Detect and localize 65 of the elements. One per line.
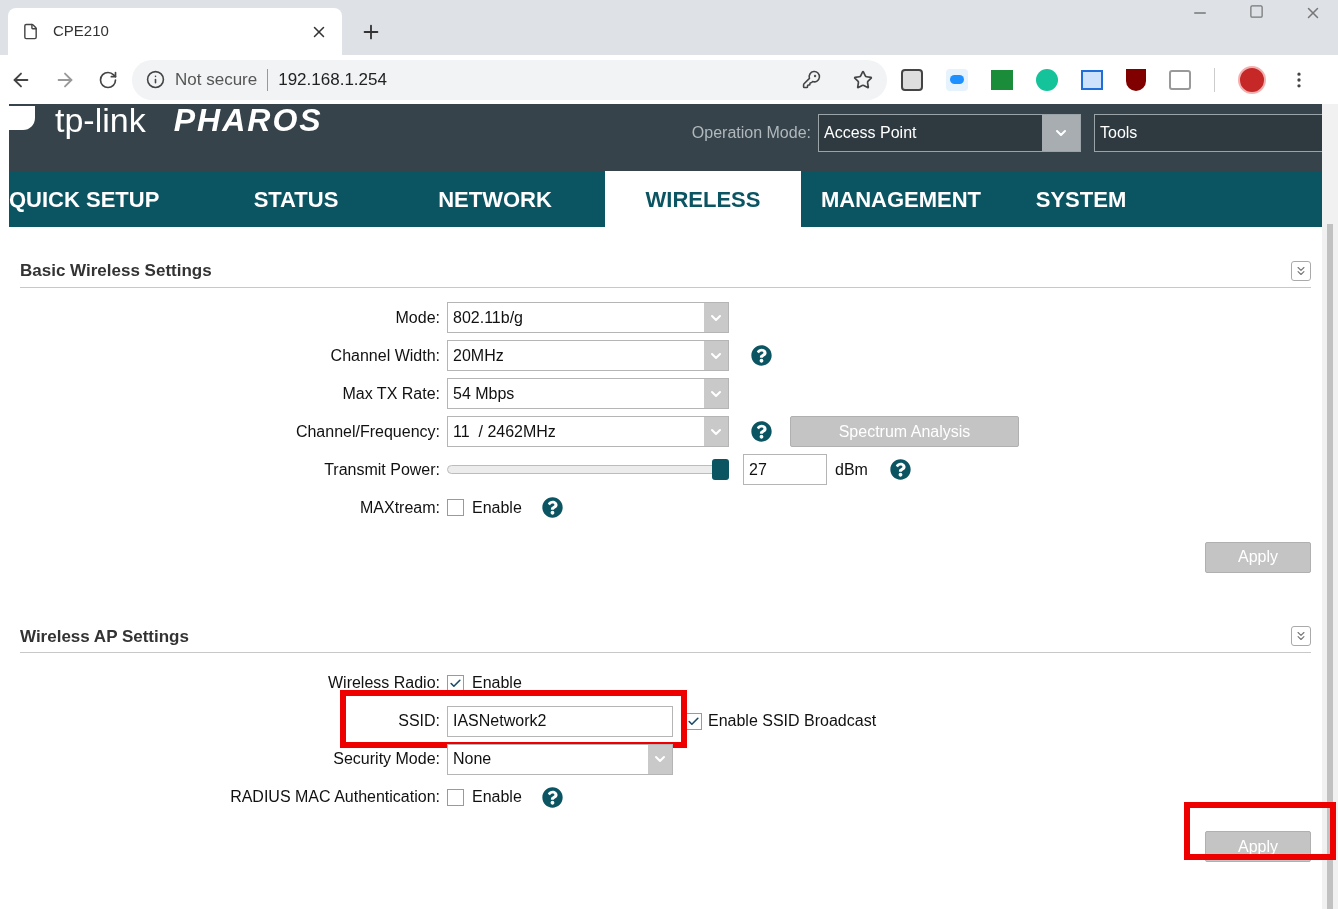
check-icon xyxy=(449,676,462,690)
operation-mode-dropdown[interactable]: Access Point xyxy=(818,114,1081,152)
reload-icon[interactable] xyxy=(98,69,118,90)
help-icon[interactable] xyxy=(751,421,772,442)
nav-tab[interactable]: MANAGEMENT xyxy=(801,171,1001,227)
profile-icon[interactable] xyxy=(1238,65,1266,94)
collapse-button[interactable] xyxy=(1291,626,1311,647)
dropdown[interactable]: 11 / 2462MHz xyxy=(447,416,729,447)
nav-tab[interactable]: SYSTEM xyxy=(1001,171,1161,227)
cloud-icon[interactable] xyxy=(946,68,968,91)
shield-icon[interactable] xyxy=(1126,68,1146,91)
power-field[interactable]: 27 xyxy=(743,454,827,485)
tools-dropdown[interactable]: Tools xyxy=(1094,114,1322,152)
extension-icon[interactable] xyxy=(901,68,923,91)
collapse-button[interactable] xyxy=(1291,260,1311,281)
logo-text: tp-link xyxy=(55,101,146,139)
field-label: Channel Width: xyxy=(329,345,441,366)
tab-title: CPE210 xyxy=(53,21,110,42)
dropdown[interactable]: None xyxy=(447,743,673,775)
unit-label: dBm xyxy=(835,459,868,480)
dropdown[interactable]: 802.11b/g xyxy=(447,302,729,333)
security-label: Not secure xyxy=(175,68,258,91)
help-icon[interactable] xyxy=(751,345,772,366)
slider-thumb[interactable] xyxy=(711,459,729,480)
check-icon xyxy=(687,714,700,728)
field-label: Max TX Rate: xyxy=(341,383,441,404)
page-icon xyxy=(22,23,39,40)
dropdown[interactable]: 54 Mbps xyxy=(447,378,729,409)
extension-icon[interactable] xyxy=(1081,69,1103,90)
help-icon[interactable] xyxy=(541,497,563,518)
nav-tab[interactable]: STATUS xyxy=(207,171,385,227)
checkbox-label: Enable SSID Broadcast xyxy=(708,711,877,731)
help-icon[interactable] xyxy=(889,459,911,480)
checkbox-label: Enable xyxy=(472,673,522,693)
nav-tab[interactable]: QUICK SETUP xyxy=(9,171,207,227)
section-title: Basic Wireless Settings xyxy=(20,260,213,282)
address-bar[interactable]: Not secure 192.168.1.254 xyxy=(132,59,887,100)
extension-icon[interactable] xyxy=(991,69,1013,90)
field-label: Security Mode: xyxy=(332,749,441,769)
product-name: PHAROS xyxy=(173,103,323,137)
field-label: SSID: xyxy=(397,711,441,731)
checkbox[interactable] xyxy=(447,499,464,516)
help-icon[interactable] xyxy=(541,786,563,808)
nav-tab[interactable]: WIRELESS xyxy=(605,171,801,227)
checkbox[interactable] xyxy=(447,788,464,806)
browser-tab[interactable]: CPE210 xyxy=(8,8,342,55)
nav-tab[interactable]: NETWORK xyxy=(385,171,605,227)
checkbox-label: Enable xyxy=(472,497,522,518)
ssid-field[interactable]: IASNetwork2 xyxy=(447,705,673,737)
url-text: 192.168.1.254 xyxy=(278,68,388,91)
info-icon[interactable] xyxy=(146,70,165,89)
key-icon[interactable] xyxy=(802,70,821,89)
dropdown[interactable]: 20MHz xyxy=(447,340,729,371)
field-label: MAXtream: xyxy=(359,497,441,518)
field-label: RADIUS MAC Authentication: xyxy=(229,787,441,807)
field-label: Wireless Radio: xyxy=(326,673,441,693)
operation-mode-label: Operation Mode: xyxy=(691,123,811,143)
field-label: Transmit Power: xyxy=(323,459,441,480)
logo-mark-icon xyxy=(9,106,35,130)
section-title: Wireless AP Settings xyxy=(20,625,190,648)
star-icon[interactable] xyxy=(853,69,873,90)
slider[interactable] xyxy=(447,459,729,480)
field-label: Mode: xyxy=(394,307,441,328)
checkbox-label: Enable xyxy=(472,787,522,807)
field-label: Channel/Frequency: xyxy=(294,421,441,442)
